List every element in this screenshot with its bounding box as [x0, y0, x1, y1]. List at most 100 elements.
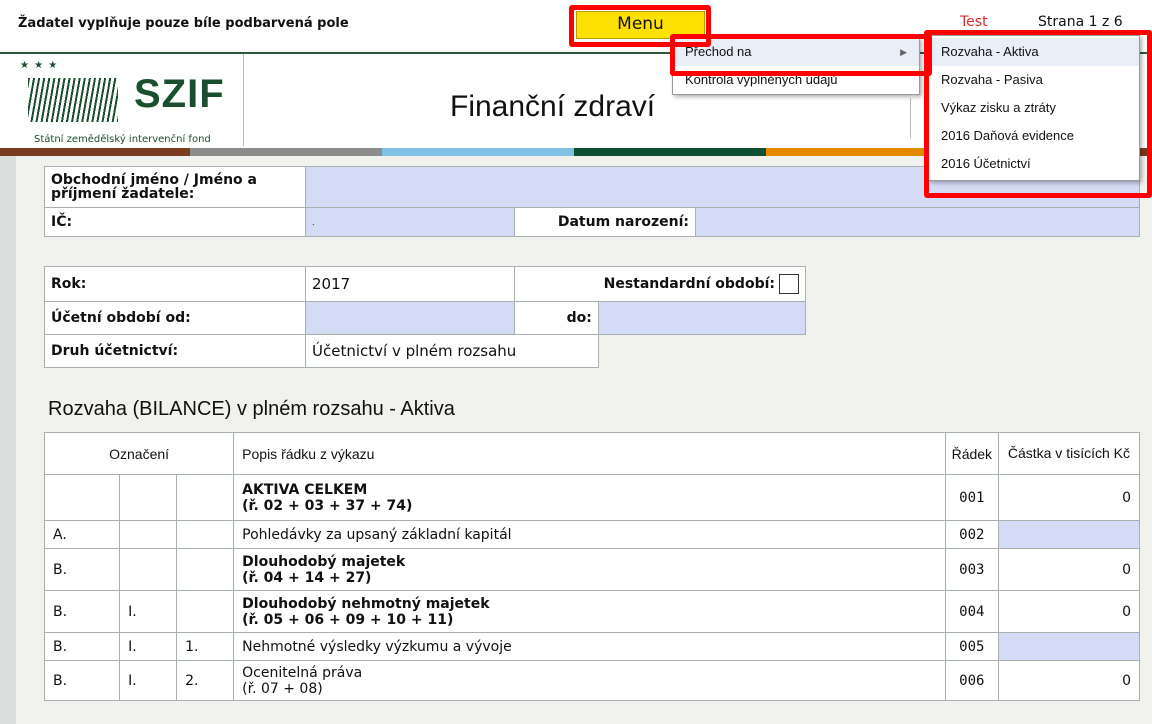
designation-1: B.: [43, 590, 121, 633]
empty-cell: [598, 335, 805, 368]
year-label: Rok:: [44, 266, 306, 302]
table-row: B. I. 1. Nehmotné výsledky výzkumu a výv…: [43, 632, 1141, 661]
type-label: Druh účetnictví:: [44, 334, 306, 368]
row-desc-main: Dlouhodobý nehmotný majetek: [242, 595, 490, 612]
nonstandard-cell: Nestandardní období:: [514, 266, 806, 302]
color-strip-green: [574, 148, 766, 156]
ic-field[interactable]: .: [305, 207, 515, 237]
row-number: 001: [944, 474, 999, 521]
header-description: Popis řádku z výkazu: [233, 432, 946, 475]
menu-dropdown: Přechod na ▶ Kontrola vyplněných údajů: [672, 37, 920, 95]
header-row: Řádek: [944, 432, 999, 475]
row-description: Ocenitelná práva (ř. 07 + 08): [233, 660, 946, 701]
submenu-item-accounting-2016[interactable]: 2016 Účetnictví: [929, 150, 1139, 178]
dob-field[interactable]: [695, 207, 1140, 237]
row-description: AKTIVA CELKEM (ř. 02 + 03 + 37 + 74): [233, 474, 946, 521]
row-desc-formula: (ř. 07 + 08): [242, 680, 323, 697]
row-desc-main: AKTIVA CELKEM: [242, 481, 368, 498]
color-strip-brown: [0, 148, 190, 156]
dob-label: Datum narození:: [514, 207, 696, 237]
title-divider: [910, 98, 911, 138]
designation-2: I.: [119, 590, 178, 633]
row-number: 006: [944, 660, 999, 701]
row-amount[interactable]: 0: [997, 548, 1141, 591]
row-description: Nehmotné výsledky výzkumu a vývoje: [233, 632, 946, 661]
table-row: AKTIVA CELKEM (ř. 02 + 03 + 37 + 74) 001 …: [43, 474, 1141, 521]
row-amount[interactable]: 0: [997, 660, 1141, 701]
row-number: 003: [944, 548, 999, 591]
row-amount[interactable]: 0: [997, 474, 1141, 521]
designation-2: [119, 548, 178, 591]
left-margin: [0, 156, 16, 724]
row-description: Dlouhodobý nehmotný majetek (ř. 05 + 06 +…: [233, 590, 946, 633]
menu-item-goto[interactable]: Přechod na ▶: [673, 38, 919, 66]
submenu-item-liabilities[interactable]: Rozvaha - Pasiva: [929, 66, 1139, 94]
designation-3: [176, 548, 235, 591]
period-to-field[interactable]: [597, 301, 807, 335]
designation-1: [43, 474, 121, 521]
designation-3: [176, 520, 235, 549]
stars-icon: ★ ★ ★: [20, 60, 59, 71]
designation-3: [176, 474, 235, 521]
period-table: Rok: 2017 Nestandardní období: Účetní ob…: [44, 266, 807, 368]
designation-1: B.: [43, 660, 121, 701]
period-from-label: Účetní období od:: [44, 301, 306, 335]
submenu-item-profit-loss[interactable]: Výkaz zisku a ztráty: [929, 94, 1139, 122]
year-field[interactable]: 2017: [305, 266, 515, 302]
designation-2: I.: [119, 632, 178, 661]
designation-2: [119, 474, 178, 521]
row-desc-main: Ocenitelná práva: [242, 664, 363, 681]
row-number: 002: [944, 520, 999, 549]
designation-1: B.: [43, 548, 121, 591]
row-desc-main: Nehmotné výsledky výzkumu a vývoje: [242, 638, 512, 655]
type-field[interactable]: Účetnictví v plném rozsahu: [305, 334, 599, 368]
designation-3: 1.: [176, 632, 235, 661]
chevron-right-icon: ▶: [900, 47, 907, 57]
table-row: B. Dlouhodobý majetek (ř. 04 + 14 + 27) 0…: [43, 548, 1141, 591]
row-number: 005: [944, 632, 999, 661]
row-amount-input[interactable]: [997, 520, 1141, 549]
menu-item-check[interactable]: Kontrola vyplněných údajů: [673, 66, 919, 94]
table-row: B. I. Dlouhodobý nehmotný majetek (ř. 05 …: [43, 590, 1141, 633]
designation-3: [176, 590, 235, 633]
section-title: Rozvaha (BILANCE) v plném rozsahu - Akti…: [48, 398, 455, 420]
row-number: 004: [944, 590, 999, 633]
submenu-item-tax-records-2016[interactable]: 2016 Daňová evidence: [929, 122, 1139, 150]
table-row: B. I. 2. Ocenitelná práva (ř. 07 + 08) 00…: [43, 660, 1141, 701]
row-desc-formula: (ř. 04 + 14 + 27): [242, 569, 372, 586]
color-strip-grey: [190, 148, 382, 156]
row-description: Pohledávky za upsaný základní kapitál: [233, 520, 946, 549]
page-indicator: Strana 1 z 6: [1038, 14, 1123, 30]
row-amount[interactable]: 0: [997, 590, 1141, 633]
nonstandard-label: Nestandardní období:: [603, 276, 775, 292]
designation-1: A.: [43, 520, 121, 549]
period-to-label: do:: [514, 301, 599, 335]
row-desc-main: Dlouhodobý majetek: [242, 553, 406, 570]
page-title: Finanční zdraví: [450, 90, 656, 123]
row-desc-main: Pohledávky za upsaný základní kapitál: [242, 526, 512, 543]
name-label: Obchodní jméno / Jméno a příjmení žadate…: [44, 166, 306, 208]
logo-name: SZIF: [134, 72, 225, 116]
menu-item-goto-label: Přechod na: [685, 44, 752, 59]
test-label: Test: [960, 14, 988, 30]
nonstandard-checkbox[interactable]: [779, 274, 799, 294]
menu-button[interactable]: Menu: [576, 11, 705, 39]
designation-3: 2.: [176, 660, 235, 701]
color-strip-blue: [382, 148, 574, 156]
instruction-note: Žadatel vyplňuje pouze bíle podbarvená p…: [18, 16, 349, 31]
row-desc-formula: (ř. 02 + 03 + 37 + 74): [242, 497, 413, 514]
header-amount: Částka v tisících Kč: [997, 432, 1141, 475]
goto-submenu: Rozvaha - Aktiva Rozvaha - Pasiva Výkaz …: [928, 35, 1140, 181]
submenu-item-assets[interactable]: Rozvaha - Aktiva: [929, 38, 1139, 66]
period-from-field[interactable]: [305, 301, 515, 335]
balance-table: Označení Popis řádku z výkazu Řádek Část…: [43, 432, 1141, 701]
row-description: Dlouhodobý majetek (ř. 04 + 14 + 27): [233, 548, 946, 591]
field-icon: [28, 78, 118, 122]
designation-2: I.: [119, 660, 178, 701]
header-designation: Označení: [43, 432, 235, 475]
row-desc-formula: (ř. 05 + 06 + 09 + 10 + 11): [242, 611, 454, 628]
logo-subtitle: Státní zemědělský intervenční fond: [34, 134, 211, 145]
designation-2: [119, 520, 178, 549]
row-amount-input[interactable]: [997, 632, 1141, 661]
table-row: A. Pohledávky za upsaný základní kapitál…: [43, 520, 1141, 549]
